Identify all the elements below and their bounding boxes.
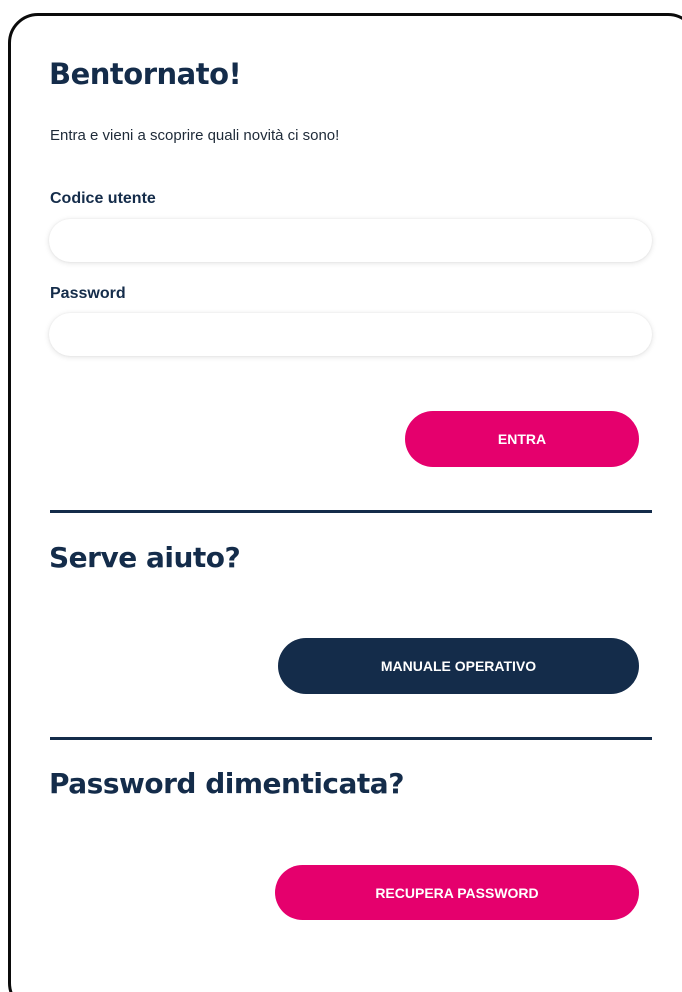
manual-button[interactable]: MANUALE OPERATIVO [278,638,639,694]
password-label: Password [50,285,126,302]
recover-password-button[interactable]: RECUPERA PASSWORD [275,865,639,920]
login-subtitle: Entra e vieni a scoprire quali novità ci… [50,127,340,144]
password-input[interactable] [49,313,652,356]
forgot-password-title: Password dimenticata? [49,767,404,800]
login-button[interactable]: ENTRA [405,411,639,467]
help-title: Serve aiuto? [49,541,241,574]
user-code-label: Codice utente [50,190,156,207]
login-title: Bentornato! [49,57,242,91]
login-card [8,13,682,992]
section-divider [50,510,652,513]
section-divider [50,737,652,740]
user-code-input[interactable] [49,219,652,262]
